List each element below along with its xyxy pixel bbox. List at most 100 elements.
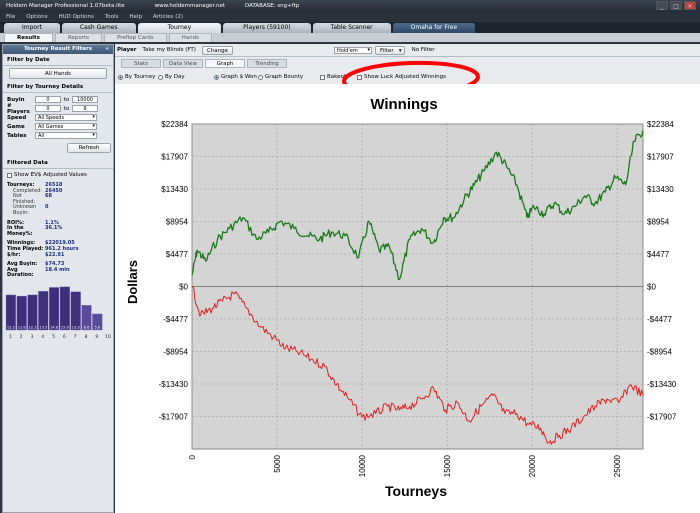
option-by-day[interactable]: By Day	[158, 74, 185, 80]
show-ev-checkbox[interactable]	[7, 172, 12, 178]
buyin-to-input[interactable]: 10000	[72, 96, 98, 103]
histogram-axis-label: 3	[31, 334, 34, 340]
stat-key: Unknown Buyin:	[13, 204, 37, 216]
filters-header-title: Tourney Result Filters	[23, 46, 93, 52]
tables-row: Tables All	[3, 131, 113, 140]
tab-graph[interactable]: Graph	[205, 59, 245, 68]
buyin-from-input[interactable]: 0	[35, 96, 61, 103]
tab-trending[interactable]: Trending	[247, 59, 287, 68]
buyin-to-label: to	[63, 96, 70, 103]
game-label: Game	[7, 123, 25, 130]
stat-row: In the Money%: 36.1%	[7, 225, 109, 237]
histogram-axis-label: 5	[52, 334, 55, 340]
y-tick-label-right: -$13430	[647, 380, 677, 389]
subtab-preflop-cards[interactable]: Preflop Cards	[104, 33, 167, 42]
tab-omaha-for-free[interactable]: Omaha for Free	[392, 23, 476, 33]
game-type-select[interactable]: Hold'em	[334, 46, 373, 54]
y-tick-label-right: -$8954	[647, 348, 672, 357]
tab-players[interactable]: Players (59100)	[223, 23, 311, 33]
histogram-bar-label: 13.5	[39, 325, 47, 329]
by-tourney-radio[interactable]	[118, 74, 123, 80]
graph-bounty-radio[interactable]	[258, 74, 263, 80]
tab-cash-games[interactable]: Cash Games	[61, 23, 136, 33]
filter-by-date-heading: Filter by Date	[3, 54, 113, 66]
players-label: # Players	[7, 102, 30, 115]
window-database: DATABASE: sng+ftp	[245, 3, 300, 9]
y-tick-label-left: -$4477	[163, 315, 188, 324]
tab-data-view[interactable]: Data View	[163, 59, 203, 68]
show-ev-label: Show EV$ Adjusted Values	[14, 172, 87, 178]
players-to-input[interactable]: 9	[72, 105, 98, 112]
stats-group-winnings: Winnings: $22019.05 Time Played: 961.2 hou…	[3, 241, 113, 258]
tables-select[interactable]: All	[35, 132, 97, 139]
main-tabs: Import Cash Games Tourney Players (59100…	[0, 22, 700, 33]
histogram-axis-label: 9	[95, 334, 98, 340]
tab-import[interactable]: Import	[4, 23, 60, 33]
window-titlebar: Holdem Manager Professional 1.07beta.lit…	[0, 0, 700, 12]
stats-group-tourneys: Tourneys: 26518 Completed: 26450 Not Finis…	[3, 182, 113, 217]
players-row: # Players 0 to 9	[3, 102, 113, 115]
speed-label: Speed	[7, 114, 27, 121]
option-graph-won[interactable]: Graph $ Won	[214, 74, 257, 80]
y-tick-label-left: -$17907	[159, 412, 189, 421]
tab-stats[interactable]: Stats	[121, 59, 161, 68]
filter-button[interactable]: Filter ▾	[375, 45, 405, 55]
y-tick-label-right: $13430	[647, 185, 674, 194]
all-hands-button[interactable]: All Hands	[9, 68, 107, 79]
refresh-button[interactable]: Refresh	[67, 143, 111, 153]
y-tick-label-left: $22384	[161, 120, 188, 129]
y-tick-label-right: -$17907	[647, 412, 677, 421]
luck-adjusted-checkbox[interactable]	[357, 74, 362, 80]
histogram-bar-label: 12.2	[7, 325, 15, 329]
show-ev-row: Show EV$ Adjusted Values	[3, 171, 113, 179]
y-tick-label-left: $4477	[166, 250, 189, 259]
speed-row: Speed All Speeds	[3, 113, 113, 122]
maximize-button[interactable]: □	[670, 1, 682, 10]
by-day-radio[interactable]	[158, 74, 163, 80]
menu-hud-options[interactable]: HUD Options	[58, 14, 93, 20]
y-tick-label-right: $0	[647, 283, 656, 292]
speed-select[interactable]: All Speeds	[35, 114, 97, 121]
stat-value: 0	[45, 204, 49, 211]
filtered-data-heading: Filtered Data	[3, 157, 113, 169]
filters-header: Tourney Result Filters «	[3, 45, 113, 54]
menu-articles[interactable]: Articles (2)	[153, 14, 183, 20]
subtab-results[interactable]: Results	[4, 33, 53, 42]
graph-options-row: By Tourney By Day Graph $ Won Graph Boun…	[115, 72, 700, 83]
y-tick-label-left: $0	[179, 283, 188, 292]
collapse-panel-icon[interactable]: «	[105, 45, 109, 54]
menu-tools[interactable]: Tools	[105, 14, 119, 20]
option-luck-adjusted[interactable]: Show Luck Adjusted Winnings	[357, 74, 446, 80]
by-day-label: By Day	[165, 74, 185, 80]
graph-won-radio[interactable]	[214, 74, 219, 80]
tab-tourney[interactable]: Tourney	[137, 23, 222, 33]
menu-options[interactable]: Options	[26, 14, 47, 20]
option-by-tourney[interactable]: By Tourney	[118, 74, 155, 80]
x-tick-label: 20000	[528, 454, 537, 477]
subtab-hands[interactable]: Hands	[168, 33, 212, 42]
game-select[interactable]: All Games	[35, 123, 97, 130]
y-tick-label-left: $13430	[161, 185, 188, 194]
menu-bar: File Options HUD Options Tools Help Arti…	[0, 12, 700, 22]
menu-file[interactable]: File	[6, 14, 15, 20]
histogram-bar-label: 5.6	[94, 325, 100, 329]
change-player-button[interactable]: Change	[201, 45, 234, 55]
histogram-bar	[49, 287, 60, 331]
stat-value: 18.4 min	[45, 266, 70, 273]
histogram-axis-label: 10	[105, 334, 111, 340]
histogram-bar-label: 15.0	[61, 325, 70, 329]
histogram-axis-label: 8	[85, 334, 88, 340]
stats-group-roi: ROI%: 1.1% In the Money%: 36.1%	[3, 220, 113, 238]
players-from-input[interactable]: 0	[35, 105, 61, 112]
subtab-reports[interactable]: Reports	[54, 33, 103, 42]
y-tick-label-left: -$13430	[159, 380, 189, 389]
option-bakeoff[interactable]: Bakeoff	[320, 74, 348, 80]
bakeoff-checkbox[interactable]	[320, 74, 325, 80]
y-tick-label-right: $8954	[647, 217, 670, 226]
x-tick-label: 15000	[443, 454, 452, 477]
option-graph-bounty[interactable]: Graph Bounty	[258, 74, 303, 80]
menu-help[interactable]: Help	[129, 14, 142, 20]
minimize-button[interactable]: _	[656, 1, 668, 10]
tab-table-scanner[interactable]: Table Scanner	[312, 23, 391, 33]
close-button[interactable]: ×	[684, 1, 696, 10]
